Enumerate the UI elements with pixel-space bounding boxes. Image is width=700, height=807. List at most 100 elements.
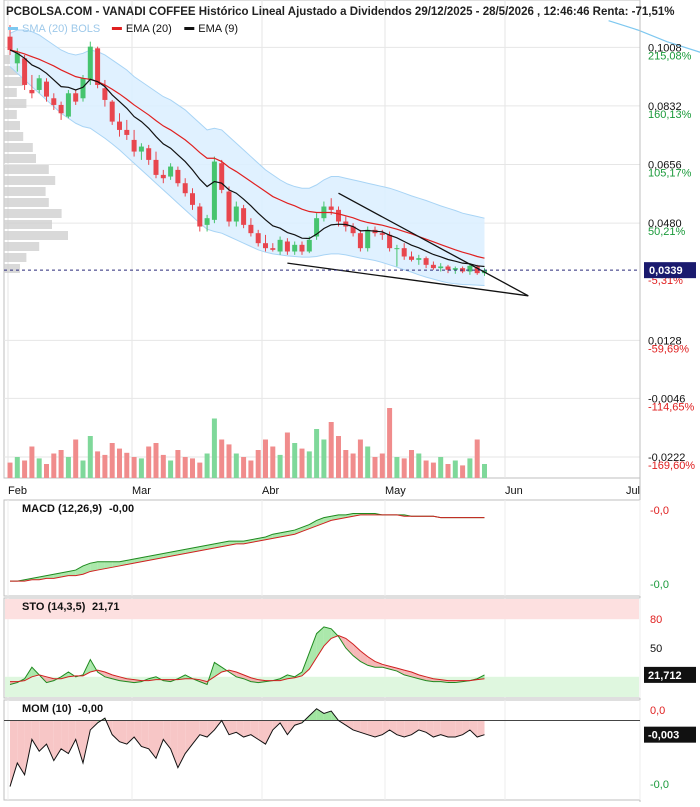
volume-bar [117, 448, 122, 478]
volume-bar [95, 451, 101, 478]
x-tick-label: Jul [626, 485, 640, 497]
volume-bar [65, 457, 71, 478]
volume-bar [197, 462, 203, 478]
volume-bar [124, 452, 130, 478]
volume-profile-bar [4, 198, 49, 207]
volume-bar [146, 446, 152, 478]
volume-bar [438, 457, 444, 478]
legend-swatch [184, 27, 195, 30]
candle-body [168, 166, 174, 177]
volume-bar [36, 458, 42, 478]
volume-profile-bar [4, 242, 40, 251]
volume-bar [292, 443, 298, 478]
volume-bar [321, 439, 327, 478]
volume-bar [416, 453, 422, 478]
volume-bar [460, 465, 466, 478]
price-pct-tick-label: -169,60% [648, 460, 695, 472]
volume-bar [182, 457, 188, 478]
mom-fill [448, 720, 456, 738]
volume-bar [44, 464, 49, 478]
volume-profile-bar [4, 143, 33, 152]
candle-body [270, 248, 276, 250]
volume-bar [430, 462, 436, 478]
sto-last-label: 21,712 [648, 670, 682, 682]
volume-profile-bar [4, 88, 17, 97]
volume-bar [109, 443, 115, 478]
mom-fill [24, 720, 32, 775]
candle-body [175, 169, 181, 184]
candle-body [241, 208, 247, 225]
volume-bar [270, 446, 276, 478]
legend-label: EMA (20) [126, 23, 172, 35]
volume-bar [343, 450, 349, 478]
candle-body [328, 206, 334, 210]
volume-bar [73, 439, 79, 478]
legend-swatch [8, 27, 18, 30]
mom-title: MOM (10) [22, 703, 72, 715]
volume-bar [452, 460, 458, 478]
candle-body [7, 36, 13, 50]
candle-body [336, 209, 341, 222]
last-price-label: 0,0339 [649, 265, 683, 277]
volume-bar [211, 418, 217, 478]
volume-bar [474, 439, 480, 478]
macd-tick-label: -0,0 [650, 505, 669, 517]
volume-bar [204, 453, 210, 478]
volume-profile-bar [4, 154, 36, 163]
volume-profile-bar [4, 165, 49, 174]
volume-bar [379, 453, 385, 478]
volume-bar [350, 453, 356, 478]
mom-fill [31, 720, 40, 752]
candle-body [284, 241, 290, 252]
volume-bar [387, 408, 393, 478]
legend-swatch [111, 27, 122, 30]
candle-body [233, 206, 239, 222]
sto-oversold-zone [5, 676, 639, 697]
volume-profile-bar [4, 110, 17, 119]
candle-body [44, 81, 49, 97]
volume-profile-bar [4, 132, 24, 141]
candle-body [65, 93, 71, 117]
candle-body [452, 268, 458, 270]
volume-profile-bar [4, 121, 20, 130]
volume-bar [328, 422, 334, 478]
candle-body [117, 121, 122, 130]
volume-bar [277, 454, 283, 478]
volume-profile-bar [4, 231, 68, 240]
price-pct-tick-label: 160,13% [648, 109, 692, 121]
volume-bar [357, 439, 363, 478]
mom-fill [345, 720, 354, 730]
volume-bar [306, 451, 312, 478]
candle-body [131, 139, 137, 152]
volume-profile-bar [4, 99, 27, 108]
volume-bar [248, 460, 254, 478]
candle-body [219, 163, 225, 190]
volume-bar [401, 458, 407, 478]
candle-body [190, 193, 195, 205]
volume-bar [14, 457, 20, 478]
candle-body [138, 146, 144, 152]
candle-body [277, 239, 283, 252]
volume-bar [175, 450, 181, 478]
volume-bar [284, 432, 290, 478]
candle-body [416, 258, 422, 260]
candle-body [306, 239, 312, 252]
price-pct-tick-label: -114,65% [648, 401, 694, 413]
candle-body [379, 233, 385, 235]
candle-body [211, 161, 217, 220]
candle-body [430, 264, 436, 269]
candle-body [124, 129, 130, 135]
candle-body [160, 174, 166, 179]
candle-body [387, 234, 393, 249]
volume-bar [29, 446, 35, 478]
sto-tick-label: 50 [650, 643, 662, 655]
volume-bar [263, 439, 268, 478]
candle-body [248, 224, 254, 234]
volume-bar [394, 457, 400, 478]
mom-fill [192, 720, 200, 745]
sto-title: STO (14,3,5) [22, 601, 86, 613]
chart: 0,1008 0,0832 0,0656 0,0480 0,0128 -0,0046 -0,… [0, 0, 700, 802]
candle-body [102, 88, 108, 100]
mom-tick-label: 0,0 [650, 705, 665, 717]
volume-profile-bar [4, 176, 56, 185]
